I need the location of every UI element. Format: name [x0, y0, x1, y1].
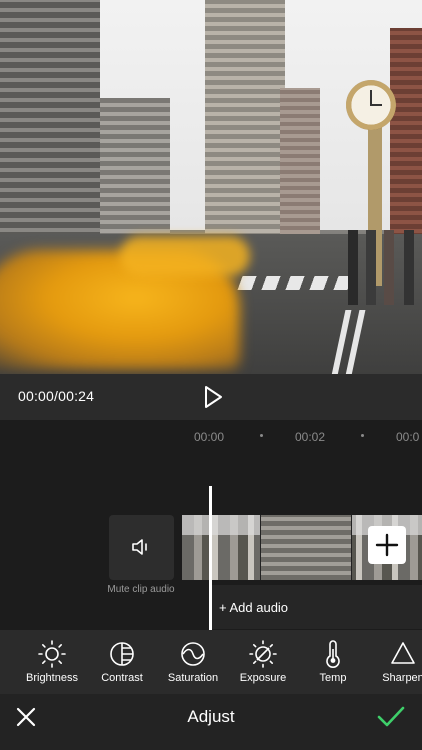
sun-icon [38, 640, 66, 668]
tool-label: Contrast [101, 672, 143, 684]
bottom-bar: Adjust [0, 694, 422, 750]
play-button[interactable] [198, 383, 226, 411]
tool-saturation[interactable]: Saturation [153, 630, 233, 694]
preview-building [205, 0, 285, 238]
checkmark-icon [377, 706, 405, 727]
preview-taxi [120, 236, 250, 276]
ruler-label: 00:00 [194, 430, 225, 444]
thermometer-icon [326, 640, 340, 668]
tool-contrast[interactable]: Contrast [82, 630, 162, 694]
tool-label: Sharpen [382, 672, 422, 684]
triangle-icon [391, 642, 415, 664]
ruler-dot [361, 434, 364, 437]
preview-pedestrians [348, 230, 422, 305]
saturation-icon [181, 642, 205, 666]
tool-label: Exposure [239, 672, 287, 684]
preview-crosswalk [237, 276, 353, 290]
speaker-icon [132, 539, 147, 555]
add-clip-button[interactable] [368, 526, 406, 564]
page-title: Adjust [187, 707, 235, 726]
tool-brightness[interactable]: Brightness [12, 630, 92, 694]
playhead[interactable] [209, 486, 212, 630]
exposure-icon [249, 640, 277, 668]
preview-building [280, 88, 320, 238]
confirm-button[interactable] [376, 704, 406, 730]
ruler-dot [260, 434, 263, 437]
plus-icon [375, 533, 399, 557]
timeline[interactable]: 00:00 00:02 00:0 Mute clip audio + Add a… [0, 420, 422, 630]
preview-building [100, 98, 170, 238]
tool-temp[interactable]: Temp [293, 630, 373, 694]
playback-bar: 00:00/00:24 [0, 374, 422, 420]
add-audio-button[interactable]: + Add audio [219, 600, 288, 615]
mute-clip-audio-button[interactable] [109, 515, 174, 580]
video-preview[interactable] [0, 0, 422, 374]
preview-building [390, 28, 422, 238]
adjust-tools-bar: Brightness Contrast Saturation Exposure [0, 630, 422, 694]
timecode: 00:00/00:24 [18, 388, 95, 404]
tool-label: Temp [319, 672, 347, 684]
tool-label: Saturation [167, 672, 219, 684]
preview-clock-hand [370, 104, 382, 106]
tool-label: Brightness [26, 672, 78, 684]
ruler-label: 00:02 [295, 430, 326, 444]
play-icon [205, 386, 222, 408]
tool-exposure[interactable]: Exposure [223, 630, 303, 694]
contrast-icon [110, 642, 134, 666]
ruler-label: 00:0 [396, 430, 420, 444]
clip-thumbnail-frame [260, 515, 352, 580]
preview-building [0, 0, 100, 238]
mute-clip-audio-label: Mute clip audio [107, 584, 175, 595]
tool-sharpen[interactable]: Sharpen [363, 630, 422, 694]
